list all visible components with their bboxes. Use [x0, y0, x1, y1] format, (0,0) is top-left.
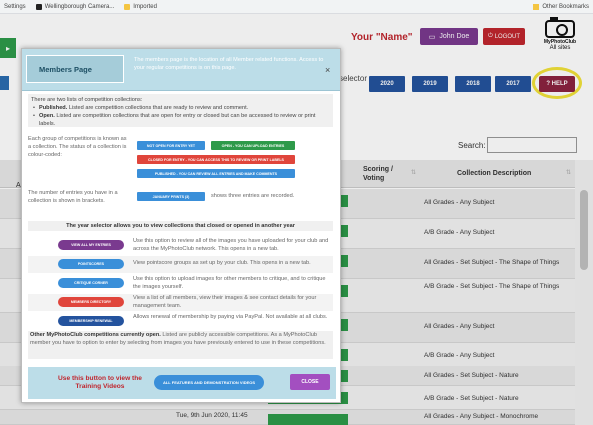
modal-footer: Use this button to view the Training Vid…	[28, 367, 336, 399]
year-button-2018[interactable]: 2018	[455, 76, 491, 92]
other-competitions-section: Other MyPhotoClub competitions currently…	[28, 331, 333, 359]
feature-text: Allows renewal of membership by paying v…	[133, 314, 328, 320]
your-name-label: Your "Name"	[351, 32, 413, 43]
id-card-icon: ▭	[428, 33, 436, 41]
row-description: All Grades - Any Subject	[424, 199, 495, 206]
table-row[interactable]: Tue, 9th Jun 2020, 11:45 All Grades - Any…	[0, 410, 575, 425]
bookmark-settings[interactable]: Settings	[4, 4, 26, 10]
published-bullet: Published. Listed are competition collec…	[31, 104, 330, 112]
help-button[interactable]: ? HELP	[539, 76, 575, 92]
left-edge-badge[interactable]	[0, 76, 9, 90]
feature-text: Use this option to review all of the ima…	[133, 238, 329, 252]
logo-sub: All sites	[549, 45, 571, 51]
status-pill-open: OPEN - YOU CAN UPLOAD ENTRIES	[211, 141, 295, 150]
groups-text: Each group of competitions is known as a…	[28, 136, 127, 158]
entries-text: The number of entries you have in a coll…	[28, 190, 118, 204]
year-selector-note: The year selector allows you to view col…	[28, 221, 333, 231]
status-pill-closed: CLOSED FOR ENTRY - YOU CAN ACCESS THIS T…	[137, 155, 295, 164]
camera-icon	[545, 17, 575, 38]
modal-header: Members Page The members page is the loc…	[22, 49, 340, 91]
entries-pill: JANUARY PRINTS (3)	[137, 192, 205, 201]
collections-section: There are two lists of competition colle…	[28, 94, 333, 127]
critique-corner-button[interactable]: CRITIQUE CORNER	[58, 278, 124, 288]
feature-text: View a list of all members, view their i…	[133, 295, 317, 309]
view-all-entries-button[interactable]: VIEW ALL MY ENTRIES	[58, 240, 124, 250]
collections-intro: There are two lists of competition colle…	[31, 97, 143, 103]
status-legend-section: Each group of competitions is known as a…	[28, 131, 333, 187]
logout-icon: ⏻	[487, 33, 493, 39]
scrollbar-thumb[interactable]	[580, 190, 588, 270]
year-button-2019[interactable]: 2019	[412, 76, 448, 92]
row-description: All Grades - Set Subject - Nature	[424, 372, 519, 379]
site-logo[interactable]: MyPhotoClub All sites	[535, 17, 585, 58]
feature-text: View pointscore groups as set up by your…	[133, 260, 311, 266]
bookmark-imported[interactable]: Imported	[124, 3, 157, 10]
bookmark-favicon-icon	[35, 3, 42, 10]
row-description: All Grades - Any Subject	[424, 323, 495, 330]
open-bullet: Open. Listed are competition collections…	[31, 112, 330, 128]
close-button[interactable]: CLOSE	[290, 374, 330, 390]
modal-intro: The members page is the location of all …	[134, 57, 324, 71]
members-directory-button[interactable]: MEMBERS DIRECTORY	[58, 297, 124, 307]
modal-title: Members Page	[26, 55, 124, 83]
user-button[interactable]: ▭ John Doe	[420, 28, 478, 45]
training-videos-note: Use this button to view the Training Vid…	[58, 375, 142, 390]
table-scrollbar[interactable]	[575, 160, 593, 425]
status-pill-not-open: NOT OPEN FOR ENTRY YET	[137, 141, 205, 150]
bookmarks-bar: Settings Wellingborough Camera... Import…	[0, 0, 593, 14]
row-description: A/B Grade - Set Subject - Nature	[424, 395, 519, 402]
sort-icon[interactable]: ⇅	[411, 169, 416, 176]
selector-label: selector	[339, 74, 368, 83]
feature-row: CRITIQUE CORNER Use this option to uploa…	[28, 275, 333, 292]
row-description: A/B Grade - Set Subject - The Shape of T…	[424, 283, 560, 290]
year-button-2020[interactable]: 2020	[369, 76, 405, 92]
membership-renewal-button[interactable]: MEMBERSHIP RENEWAL	[58, 316, 124, 326]
column-header-description[interactable]: Collection Description	[457, 169, 531, 178]
status-bar[interactable]	[268, 414, 348, 425]
entries-section: The number of entries you have in a coll…	[28, 189, 333, 213]
search-input[interactable]	[487, 137, 577, 153]
row-date: Tue, 9th Jun 2020, 11:45	[176, 412, 248, 419]
folder-icon	[533, 3, 540, 10]
row-description: All Grades - Any Subject - Monochrome	[424, 413, 539, 420]
column-header-scoring[interactable]: Scoring / Voting	[363, 165, 413, 183]
row-description: A/B Grade - Any Subject	[424, 229, 495, 236]
feature-row: POINTSCORES View pointscore groups as se…	[28, 256, 333, 273]
pointscores-button[interactable]: POINTSCORES	[58, 259, 124, 269]
folder-icon	[124, 3, 131, 10]
members-page-help-modal: Members Page The members page is the loc…	[21, 48, 341, 403]
close-icon[interactable]: ×	[325, 65, 330, 75]
column-header-left: A	[16, 182, 21, 189]
sort-icon[interactable]: ⇅	[566, 169, 571, 176]
feature-row: VIEW ALL MY ENTRIES Use this option to r…	[28, 237, 333, 254]
entries-text-2: shows three entries are recorded.	[211, 193, 295, 199]
all-features-videos-button[interactable]: ALL FEATURES AND DEMONSTRATION VIDEOS	[154, 375, 264, 390]
search-label: Search:	[458, 141, 486, 150]
year-button-2017[interactable]: 2017	[495, 76, 531, 92]
row-description: All Grades - Set Subject - The Shape of …	[424, 259, 560, 266]
bookmark-other[interactable]: Other Bookmarks	[533, 3, 589, 10]
bookmark-wellingborough[interactable]: Wellingborough Camera...	[35, 3, 114, 10]
row-description: A/B Grade - Any Subject	[424, 352, 495, 359]
feature-row: MEMBERSHIP RENEWAL Allows renewal of mem…	[28, 313, 333, 330]
status-pill-published: PUBLISHED - YOU CAN REVIEW ALL ENTRIES A…	[137, 169, 295, 178]
feature-row: MEMBERS DIRECTORY View a list of all mem…	[28, 294, 333, 311]
feature-text: Use this option to upload images for oth…	[133, 276, 326, 290]
logout-button[interactable]: ⏻ LOGOUT	[483, 28, 525, 45]
expand-tab[interactable]: ▸	[0, 38, 16, 58]
